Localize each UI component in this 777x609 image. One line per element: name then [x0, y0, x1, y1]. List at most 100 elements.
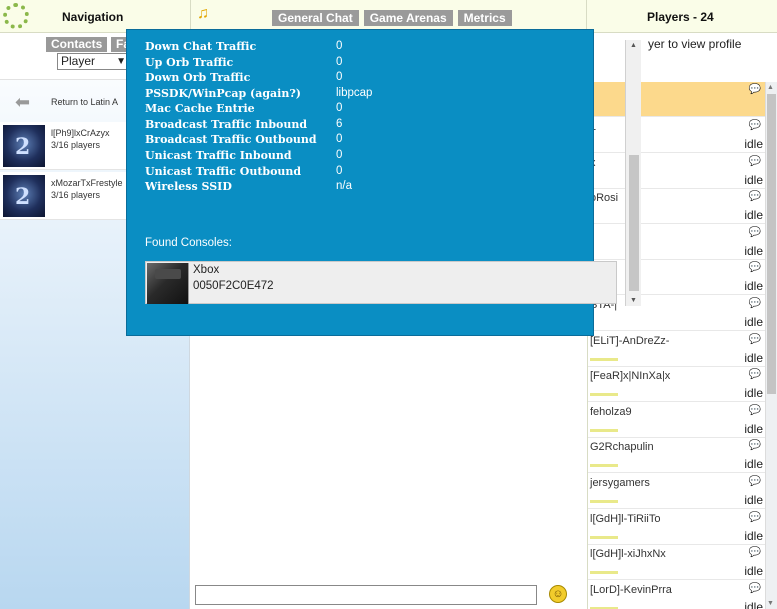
player-row[interactable]: [ELiT]-AnDreZz- 💬 idle — [588, 332, 765, 367]
player-status: idle — [744, 564, 763, 578]
chat-bubble-icon[interactable]: 💬 — [749, 84, 761, 95]
main-tabs: General Chat Game Arenas Metrics — [272, 10, 512, 26]
xbox-console-icon — [147, 263, 189, 304]
scroll-down-icon[interactable]: ▼ — [767, 600, 774, 607]
arena-thumbnail: 2 — [3, 175, 45, 217]
chat-bubble-icon[interactable]: 💬 — [749, 227, 761, 238]
filter-select-value: Player — [61, 54, 96, 68]
activity-meter — [590, 358, 618, 361]
metric-value: 0 — [336, 102, 343, 114]
player-status: idle — [744, 315, 763, 329]
activity-meter — [590, 571, 618, 574]
players-hint: yer to view profile — [648, 37, 742, 51]
chat-bubble-icon[interactable]: 💬 — [749, 369, 761, 380]
chat-input[interactable] — [195, 585, 537, 605]
smiley-icon[interactable]: ☺ — [549, 585, 567, 603]
chat-bubble-icon[interactable]: 💬 — [749, 334, 761, 345]
metrics-content: Down Chat Traffic 0 Up Orb Traffic 0 Dow… — [136, 39, 625, 307]
metric-value: n/a — [336, 180, 352, 192]
chat-bubble-icon[interactable]: 💬 — [749, 405, 761, 416]
metric-key: Unicast Traffic Outbound — [145, 165, 302, 178]
console-name: Xbox — [193, 264, 220, 276]
activity-meter — [590, 536, 618, 539]
player-status: idle — [744, 351, 763, 365]
player-name: l[GdH]l-TiRiiTo — [590, 513, 661, 525]
player-name: jersygamers — [590, 477, 650, 489]
tab-general-chat[interactable]: General Chat — [272, 10, 359, 26]
divider — [190, 0, 191, 33]
metric-key: Broadcast Traffic Inbound — [145, 118, 308, 131]
player-status: idle — [744, 137, 763, 151]
metric-key: Down Orb Traffic — [145, 71, 251, 84]
music-note-icon[interactable]: ♫ — [197, 5, 209, 23]
close-button[interactable]: close — [611, 315, 637, 327]
player-name: [ELiT]-AnDreZz- — [590, 335, 670, 347]
chat-bubble-icon[interactable]: 💬 — [749, 512, 761, 523]
player-status: idle — [744, 279, 763, 293]
chat-bubble-icon[interactable]: 💬 — [749, 583, 761, 594]
player-name: G2Rchapulin — [590, 441, 654, 453]
activity-meter — [590, 500, 618, 503]
players-title: Players - 24 — [647, 10, 714, 24]
player-status: idle — [744, 529, 763, 543]
scroll-up-icon[interactable]: ▲ — [767, 84, 774, 91]
activity-meter — [590, 464, 618, 467]
player-row[interactable]: [FeaR]x|NInXa|x 💬 idle — [588, 367, 765, 402]
player-status: idle — [744, 493, 763, 507]
player-status: idle — [744, 600, 763, 609]
back-arrow-icon: ⬅ — [15, 92, 31, 112]
player-row[interactable]: feholza9 💬 idle — [588, 403, 765, 438]
chat-bubble-icon[interactable]: 💬 — [749, 476, 761, 487]
scrollbar-thumb[interactable] — [629, 155, 639, 291]
player-status: idle — [744, 386, 763, 400]
scroll-up-icon[interactable]: ▲ — [630, 42, 637, 49]
scrollbar-thumb[interactable] — [767, 94, 776, 394]
filter-select[interactable]: Player ▼ — [57, 53, 131, 70]
tab-game-arenas[interactable]: Game Arenas — [363, 10, 453, 26]
navigation-title: Navigation — [62, 10, 124, 24]
activity-meter — [590, 393, 618, 396]
player-status: idle — [744, 457, 763, 471]
player-row[interactable]: G2Rchapulin 💬 idle — [588, 438, 765, 473]
activity-meter — [590, 429, 618, 432]
logo-icon — [3, 3, 29, 29]
player-list-scrollbar[interactable]: ▲ ▼ — [765, 82, 777, 609]
chat-bubble-icon[interactable]: 💬 — [749, 262, 761, 273]
player-row[interactable]: [LorD]-KevinPrra 💬 idle — [588, 581, 765, 609]
player-status: idle — [744, 173, 763, 187]
metric-key: Broadcast Traffic Outbound — [145, 133, 317, 146]
metric-value: 0 — [336, 56, 343, 68]
dialog-scrollbar[interactable]: ▲ ▼ — [625, 40, 641, 306]
scroll-down-icon[interactable]: ▼ — [630, 297, 637, 304]
arena-player-count: 3/16 players — [51, 190, 101, 200]
player-name: [LorD]-KevinPrra — [590, 584, 672, 596]
metric-value: 0 — [336, 165, 343, 177]
chat-bubble-icon[interactable]: 💬 — [749, 156, 761, 167]
metric-key: Wireless SSID — [145, 180, 232, 193]
arena-player-count: 3/16 players — [51, 140, 101, 150]
metric-key: Unicast Traffic Inbound — [145, 149, 292, 162]
chat-bubble-icon[interactable]: 💬 — [749, 191, 761, 202]
player-status: idle — [744, 422, 763, 436]
metric-value: libpcap — [336, 87, 373, 99]
player-row[interactable]: l[GdH]l-xiJhxNx 💬 idle — [588, 545, 765, 580]
metric-value: 0 — [336, 40, 343, 52]
chat-bubble-icon[interactable]: 💬 — [749, 298, 761, 309]
console-card[interactable]: Xbox 0050F2C0E472 — [145, 261, 617, 304]
contacts-button[interactable]: Contacts — [46, 37, 108, 52]
chat-bubble-icon[interactable]: 💬 — [749, 547, 761, 558]
return-text: Return to Latin A — [51, 97, 119, 107]
chat-bubble-icon[interactable]: 💬 — [749, 120, 761, 131]
chevron-down-icon: ▼ — [116, 56, 126, 67]
metric-value: 6 — [336, 118, 343, 130]
metric-value: 0 — [336, 149, 343, 161]
player-status: idle — [744, 244, 763, 258]
player-row[interactable]: l[GdH]l-TiRiiTo 💬 idle — [588, 510, 765, 545]
player-name: feholza9 — [590, 406, 632, 418]
player-row[interactable]: jersygamers 💬 idle — [588, 474, 765, 509]
top-bar: Navigation ♫ General Chat Game Arenas Me… — [0, 0, 777, 33]
player-name: l[GdH]l-xiJhxNx — [590, 548, 666, 560]
chat-bubble-icon[interactable]: 💬 — [749, 440, 761, 451]
found-consoles-label: Found Consoles: — [145, 237, 232, 249]
tab-metrics[interactable]: Metrics — [457, 10, 512, 26]
